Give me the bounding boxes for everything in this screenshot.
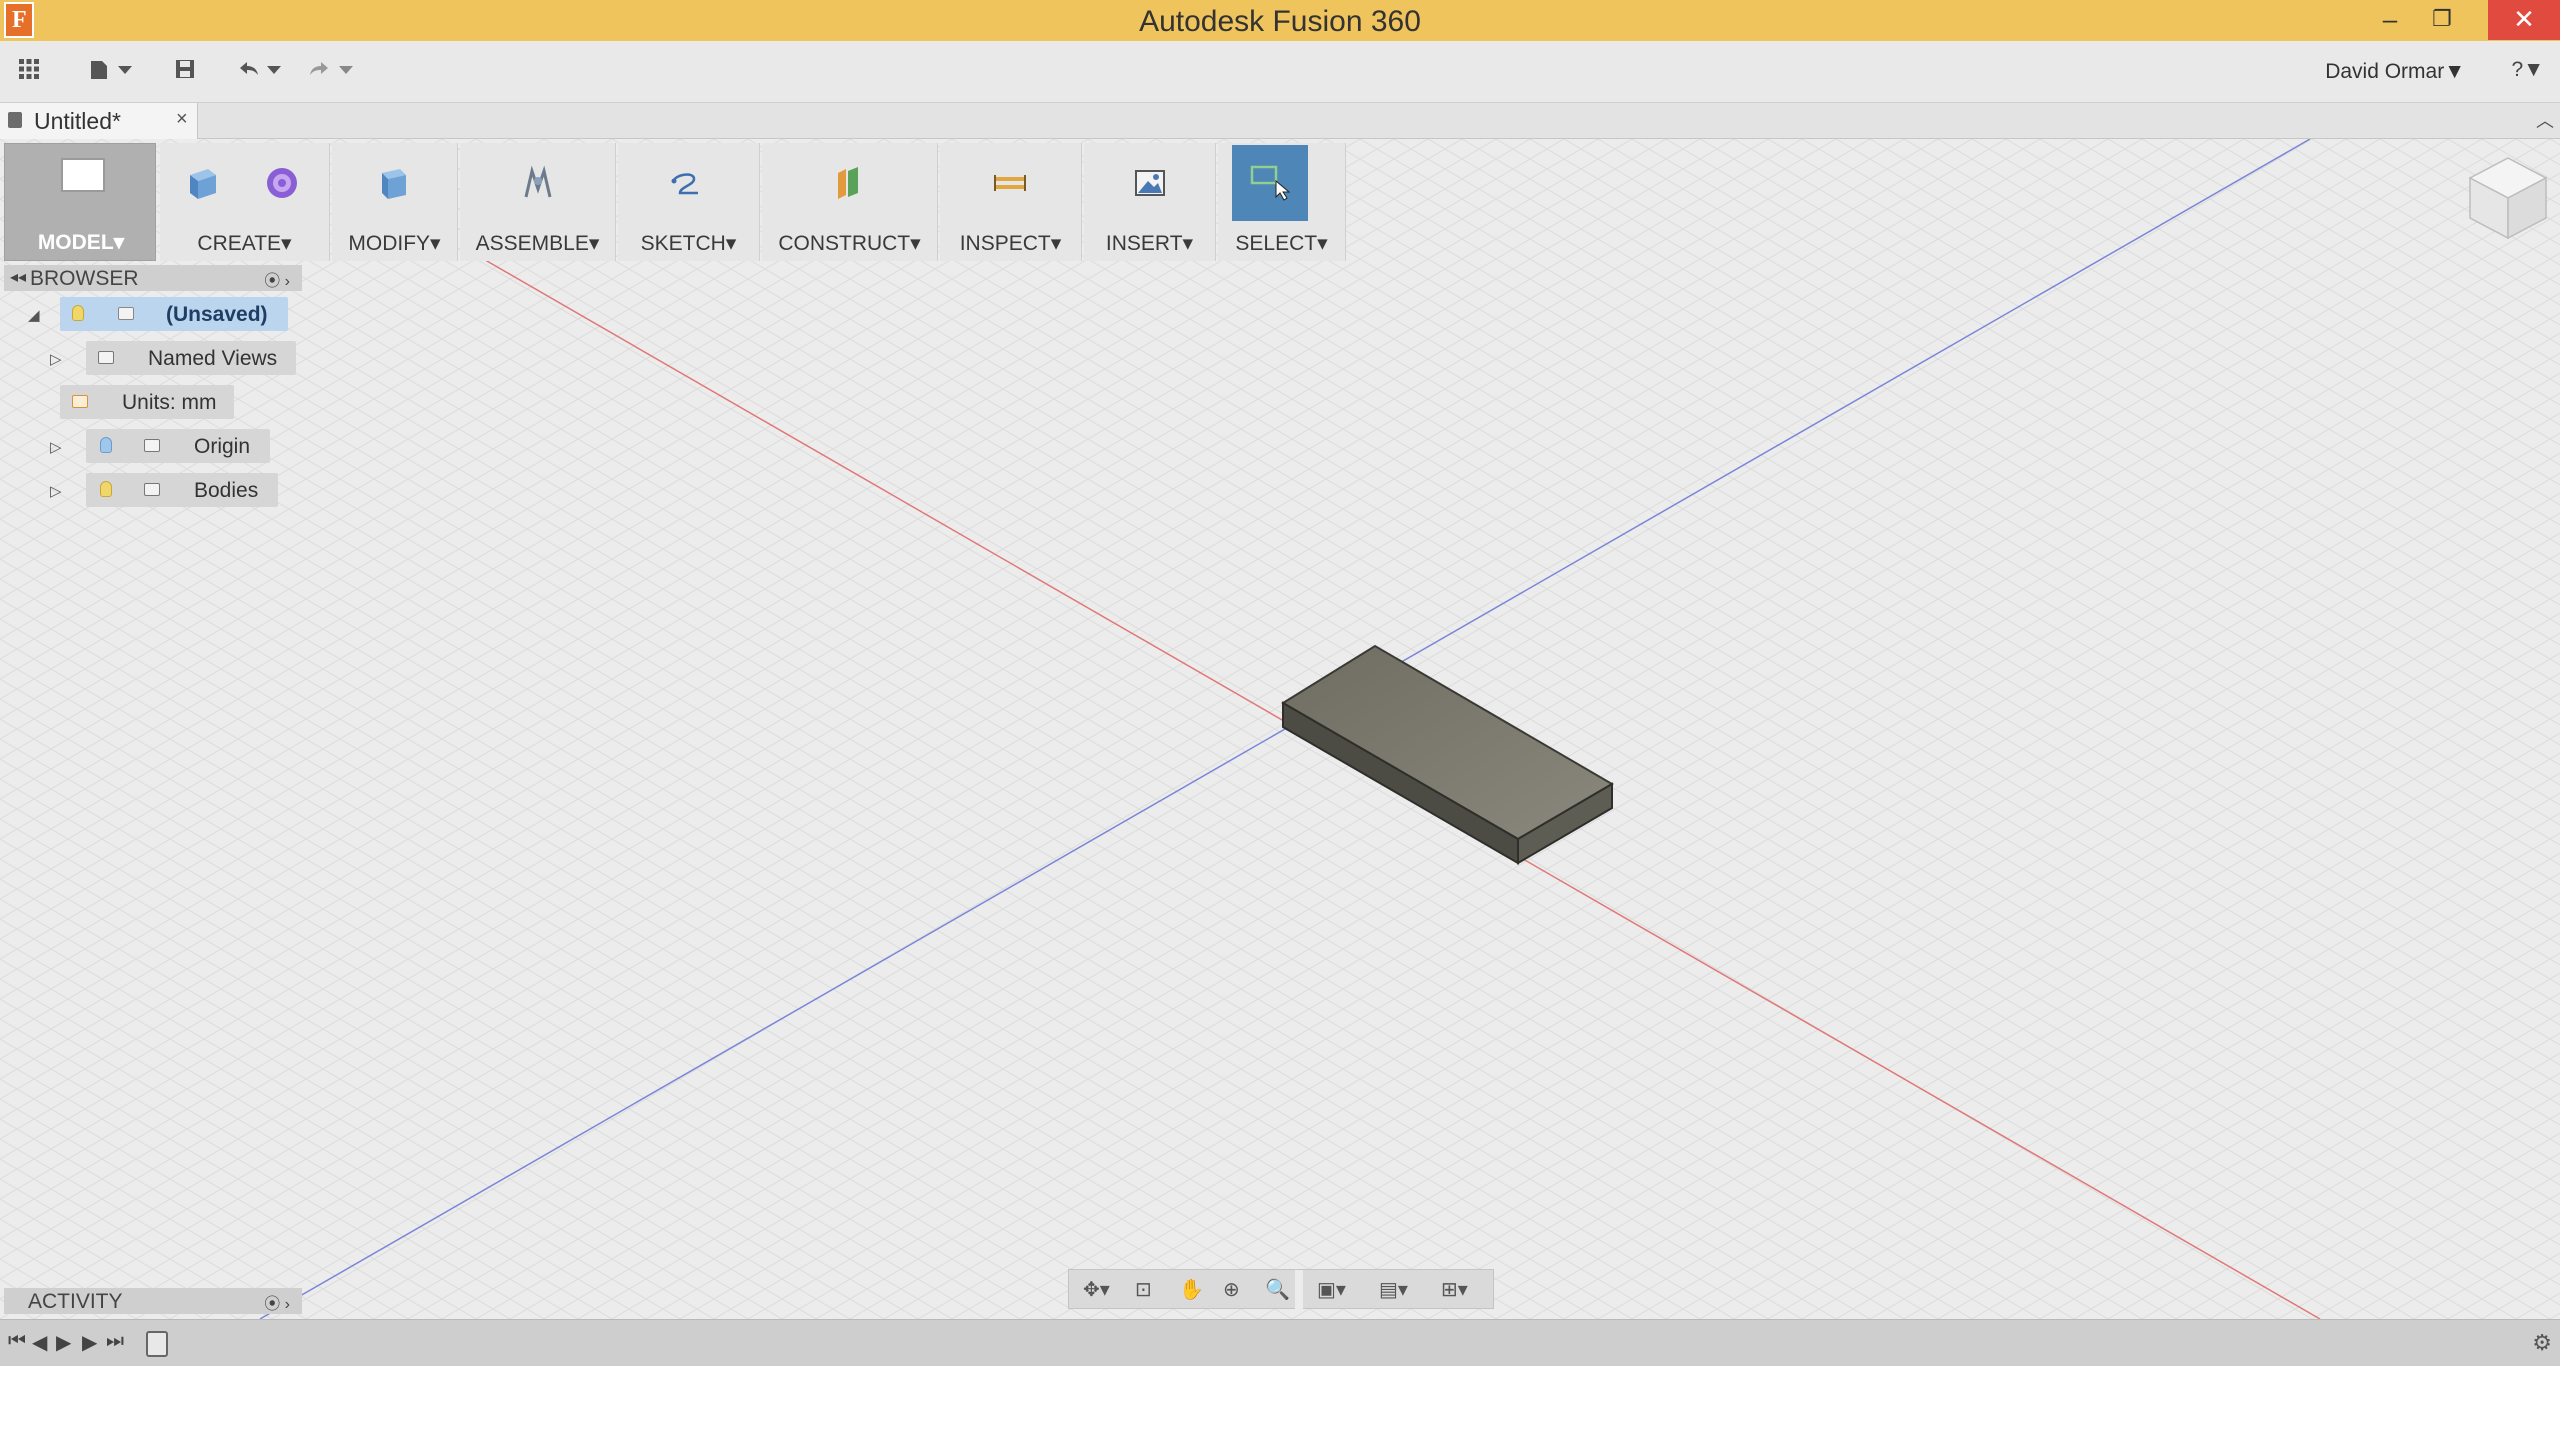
joint-icon[interactable] — [518, 163, 558, 203]
user-account-menu[interactable]: David Ormar▼ — [2325, 60, 2465, 84]
chevron-up-icon[interactable]: ︿ — [2536, 107, 2554, 133]
folder-icon — [144, 483, 160, 496]
component-icon — [118, 307, 134, 320]
units-doc-icon — [72, 395, 88, 408]
construct-menu-label: CONSTRUCT▾ — [778, 232, 921, 255]
folder-icon — [144, 439, 160, 452]
navigation-bar: ✥▾ ⊡ ✋ ⊕ 🔍 ▣▾ ▤▾ ⊞▾ — [1068, 1269, 1494, 1310]
fusion-360-window: F Autodesk Fusion 360 – ❐ ✕ David Ormar▼… — [0, 0, 2560, 1366]
select-tool-button[interactable] — [1232, 145, 1308, 221]
named-views-label: Named Views — [148, 347, 278, 370]
pan-icon[interactable]: ✋ — [1179, 1277, 1204, 1302]
view-cube[interactable] — [2466, 154, 2550, 244]
browser-node-origin[interactable]: Origin — [86, 429, 270, 463]
select-group[interactable]: SELECT▾ — [1218, 143, 1346, 261]
file-menu-icon[interactable] — [88, 58, 134, 86]
select-menu-label: SELECT▾ — [1235, 232, 1328, 255]
document-icon — [8, 112, 22, 128]
orbit-icon[interactable]: ✥▾ — [1083, 1277, 1110, 1302]
select-window-icon — [1250, 165, 1291, 201]
visibility-bulb-icon[interactable] — [72, 305, 84, 321]
timeline-bar: ⏮ ◀ ▶ ▶ ⏭ ⚙ — [0, 1319, 2560, 1366]
visibility-bulb-icon[interactable] — [100, 437, 112, 453]
close-button[interactable]: ✕ — [2488, 0, 2560, 40]
browser-panel-header[interactable]: ◂◂ BROWSER ⦿ › — [4, 265, 302, 291]
go-to-start-icon[interactable]: ⏮ — [8, 1330, 26, 1353]
insert-group[interactable]: INSERT▾ — [1084, 143, 1216, 261]
expand-arrow-icon[interactable]: ▷ — [50, 482, 62, 500]
document-tab[interactable]: Untitled* × — [0, 103, 198, 139]
quick-access-toolbar: David Ormar▼ ?▼ — [0, 41, 2560, 103]
bodies-label: Bodies — [194, 479, 259, 502]
assemble-menu-label: ASSEMBLE▾ — [475, 232, 600, 255]
form-create-icon[interactable] — [262, 163, 302, 203]
pin-icon[interactable]: ⦿ › — [264, 267, 290, 291]
apps-grid-icon[interactable] — [18, 58, 40, 86]
go-to-end-icon[interactable]: ⏭ — [106, 1330, 124, 1353]
inspect-menu-label: INSPECT▾ — [959, 232, 1062, 255]
help-menu[interactable]: ?▼ — [2512, 58, 2544, 82]
save-icon[interactable] — [174, 58, 196, 86]
create-menu-label: CREATE▾ — [197, 232, 292, 255]
window-title: Autodesk Fusion 360 — [1139, 5, 1421, 38]
document-tab-row: Untitled* × ︿ — [0, 103, 2560, 139]
collapse-arrow-icon[interactable]: ◢ — [28, 306, 40, 324]
gear-icon[interactable]: ⚙ — [2532, 1330, 2552, 1356]
browser-title: BROWSER — [30, 267, 139, 290]
expand-arrow-icon[interactable]: ▷ — [50, 350, 62, 368]
create-group[interactable]: CREATE▾ — [160, 143, 330, 261]
press-pull-icon[interactable] — [374, 163, 414, 203]
grid-settings-icon[interactable]: ▤▾ — [1379, 1277, 1408, 1302]
restore-button[interactable]: ❐ — [2416, 0, 2468, 40]
sketch-group[interactable]: SKETCH▾ — [618, 143, 760, 261]
minimize-button[interactable]: – — [2364, 0, 2416, 40]
browser-node-units[interactable]: Units: mm — [60, 385, 234, 419]
redo-icon[interactable] — [306, 58, 356, 86]
pin-icon[interactable]: ⦿ › — [264, 1290, 290, 1314]
modify-menu-label: MODIFY▾ — [348, 232, 441, 255]
model-workspace-icon — [61, 158, 105, 192]
expand-arrow-icon[interactable]: ▷ — [50, 438, 62, 456]
browser-node-bodies[interactable]: Bodies — [86, 473, 278, 507]
play-icon[interactable]: ▶ — [56, 1330, 71, 1355]
offset-plane-icon[interactable] — [828, 163, 868, 203]
origin-label: Origin — [194, 435, 251, 458]
assemble-group[interactable]: ASSEMBLE▾ — [460, 143, 616, 261]
title-bar: F Autodesk Fusion 360 – ❐ ✕ — [0, 0, 2560, 41]
workspace-label: MODEL▾ — [37, 231, 125, 254]
close-tab-icon[interactable]: × — [176, 108, 188, 131]
zoom-window-icon[interactable]: ⊕ — [1223, 1277, 1240, 1302]
browser-root-node[interactable]: (Unsaved) — [60, 297, 288, 331]
modify-group[interactable]: MODIFY▾ — [332, 143, 458, 261]
root-node-label: (Unsaved) — [166, 303, 268, 326]
display-settings-icon[interactable]: ▣▾ — [1317, 1277, 1346, 1302]
3d-viewport[interactable] — [0, 139, 2560, 1319]
extrude-feature-icon[interactable] — [146, 1331, 168, 1357]
zoom-icon[interactable]: 🔍 — [1265, 1277, 1290, 1302]
sketch-menu-label: SKETCH▾ — [640, 232, 737, 255]
document-tab-title: Untitled* — [34, 108, 121, 134]
workspace-switcher[interactable]: MODEL▾ — [4, 143, 156, 261]
viewports-icon[interactable]: ⊞▾ — [1441, 1277, 1468, 1302]
folder-icon — [98, 351, 114, 364]
step-forward-icon[interactable]: ▶ — [82, 1330, 97, 1355]
ground-grid — [0, 139, 2560, 1319]
activity-title: ACTIVITY — [28, 1290, 123, 1313]
construct-group[interactable]: CONSTRUCT▾ — [762, 143, 938, 261]
inspect-group[interactable]: INSPECT▾ — [940, 143, 1082, 261]
insert-menu-label: INSERT▾ — [1105, 232, 1194, 255]
step-back-icon[interactable]: ◀ — [32, 1330, 47, 1355]
undo-icon[interactable] — [236, 58, 286, 86]
insert-image-icon[interactable] — [1130, 163, 1170, 203]
measure-icon[interactable] — [990, 163, 1030, 203]
sketch-icon[interactable] — [666, 163, 706, 203]
visibility-bulb-icon[interactable] — [100, 481, 112, 497]
box-create-icon[interactable] — [182, 163, 222, 203]
units-label: Units: mm — [122, 391, 217, 414]
browser-node-named-views[interactable]: Named Views — [86, 341, 296, 375]
look-at-icon[interactable]: ⊡ — [1135, 1277, 1152, 1302]
ribbon-toolbar: MODEL▾ CREATE▾ MODIFY▾ ASSEMBLE▾ SKETCH▾… — [0, 139, 1346, 263]
collapse-browser-icon[interactable]: ◂◂ — [10, 267, 26, 287]
activity-panel-header[interactable]: ACTIVITY ⦿ › — [4, 1288, 302, 1314]
